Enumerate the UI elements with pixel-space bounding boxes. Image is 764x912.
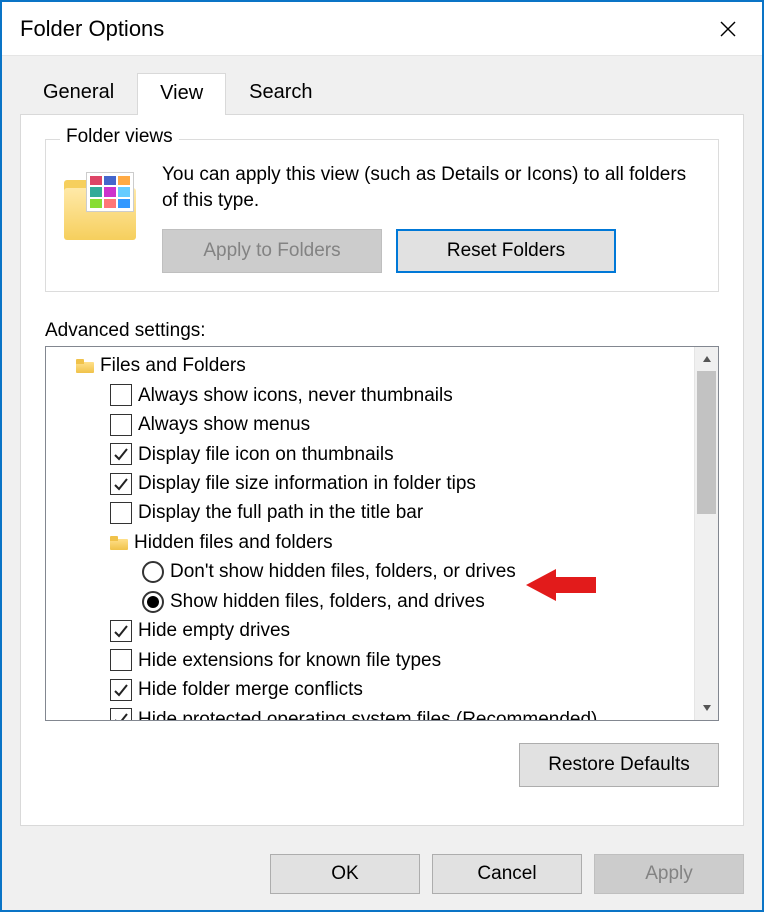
tree-group-hidden-files: Hidden files and folders <box>52 528 694 557</box>
window-title: Folder Options <box>20 16 708 42</box>
tab-strip: General View Search <box>20 72 744 114</box>
tree-group-files-and-folders: Files and Folders <box>52 351 694 380</box>
folder-icon <box>76 359 94 373</box>
apply-button: Apply <box>594 854 744 894</box>
checkbox-icon[interactable] <box>110 679 132 701</box>
restore-defaults-button[interactable]: Restore Defaults <box>519 743 719 787</box>
folder-icon <box>110 536 128 550</box>
checkbox-icon[interactable] <box>110 473 132 495</box>
radio-icon[interactable] <box>142 591 164 613</box>
tabpanel-view: Folder views You can apply this view (su… <box>20 114 744 826</box>
folder-views-legend: Folder views <box>60 126 179 148</box>
tab-search[interactable]: Search <box>226 72 335 114</box>
option-always-show-menus[interactable]: Always show menus <box>52 410 694 439</box>
titlebar: Folder Options <box>2 2 762 56</box>
checkbox-icon[interactable] <box>110 708 132 720</box>
option-display-file-size-in-tips[interactable]: Display file size information in folder … <box>52 469 694 498</box>
scroll-thumb[interactable] <box>697 371 716 514</box>
folder-views-group: Folder views You can apply this view (su… <box>45 139 719 292</box>
folder-views-description: You can apply this view (such as Details… <box>162 162 700 213</box>
dialog-button-row: OK Cancel Apply <box>2 842 762 910</box>
tab-view[interactable]: View <box>137 73 226 115</box>
apply-to-folders-button: Apply to Folders <box>162 229 382 273</box>
cancel-button[interactable]: Cancel <box>432 854 582 894</box>
folder-options-dialog: Folder Options General View Search Folde… <box>0 0 764 912</box>
close-icon <box>719 20 737 38</box>
reset-folders-button[interactable]: Reset Folders <box>396 229 616 273</box>
checkbox-icon[interactable] <box>110 502 132 524</box>
option-always-show-icons[interactable]: Always show icons, never thumbnails <box>52 381 694 410</box>
checkbox-icon[interactable] <box>110 443 132 465</box>
option-show-hidden[interactable]: Show hidden files, folders, and drives <box>52 587 694 616</box>
advanced-settings-list[interactable]: Files and Folders Always show icons, nev… <box>46 347 694 720</box>
option-dont-show-hidden[interactable]: Don't show hidden files, folders, or dri… <box>52 557 694 586</box>
close-button[interactable] <box>708 9 748 49</box>
option-hide-empty-drives[interactable]: Hide empty drives <box>52 616 694 645</box>
ok-button[interactable]: OK <box>270 854 420 894</box>
scroll-up-button[interactable] <box>695 347 718 371</box>
scrollbar[interactable] <box>694 347 718 720</box>
option-display-file-icon-on-thumbnails[interactable]: Display file icon on thumbnails <box>52 440 694 469</box>
option-hide-extensions[interactable]: Hide extensions for known file types <box>52 646 694 675</box>
checkbox-icon[interactable] <box>110 384 132 406</box>
radio-icon[interactable] <box>142 561 164 583</box>
checkbox-icon[interactable] <box>110 649 132 671</box>
checkbox-icon[interactable] <box>110 414 132 436</box>
dialog-body: General View Search Folder views You can… <box>2 56 762 842</box>
tab-general[interactable]: General <box>20 72 137 114</box>
checkbox-icon[interactable] <box>110 620 132 642</box>
advanced-settings-box: Files and Folders Always show icons, nev… <box>45 346 719 721</box>
advanced-settings-label: Advanced settings: <box>45 320 719 342</box>
option-hide-merge-conflicts[interactable]: Hide folder merge conflicts <box>52 675 694 704</box>
option-display-full-path-in-titlebar[interactable]: Display the full path in the title bar <box>52 498 694 527</box>
scroll-down-button[interactable] <box>695 696 718 720</box>
scroll-track[interactable] <box>695 371 718 696</box>
folder-thumbnails-icon <box>64 168 144 248</box>
option-hide-protected-os-files[interactable]: Hide protected operating system files (R… <box>52 705 694 721</box>
